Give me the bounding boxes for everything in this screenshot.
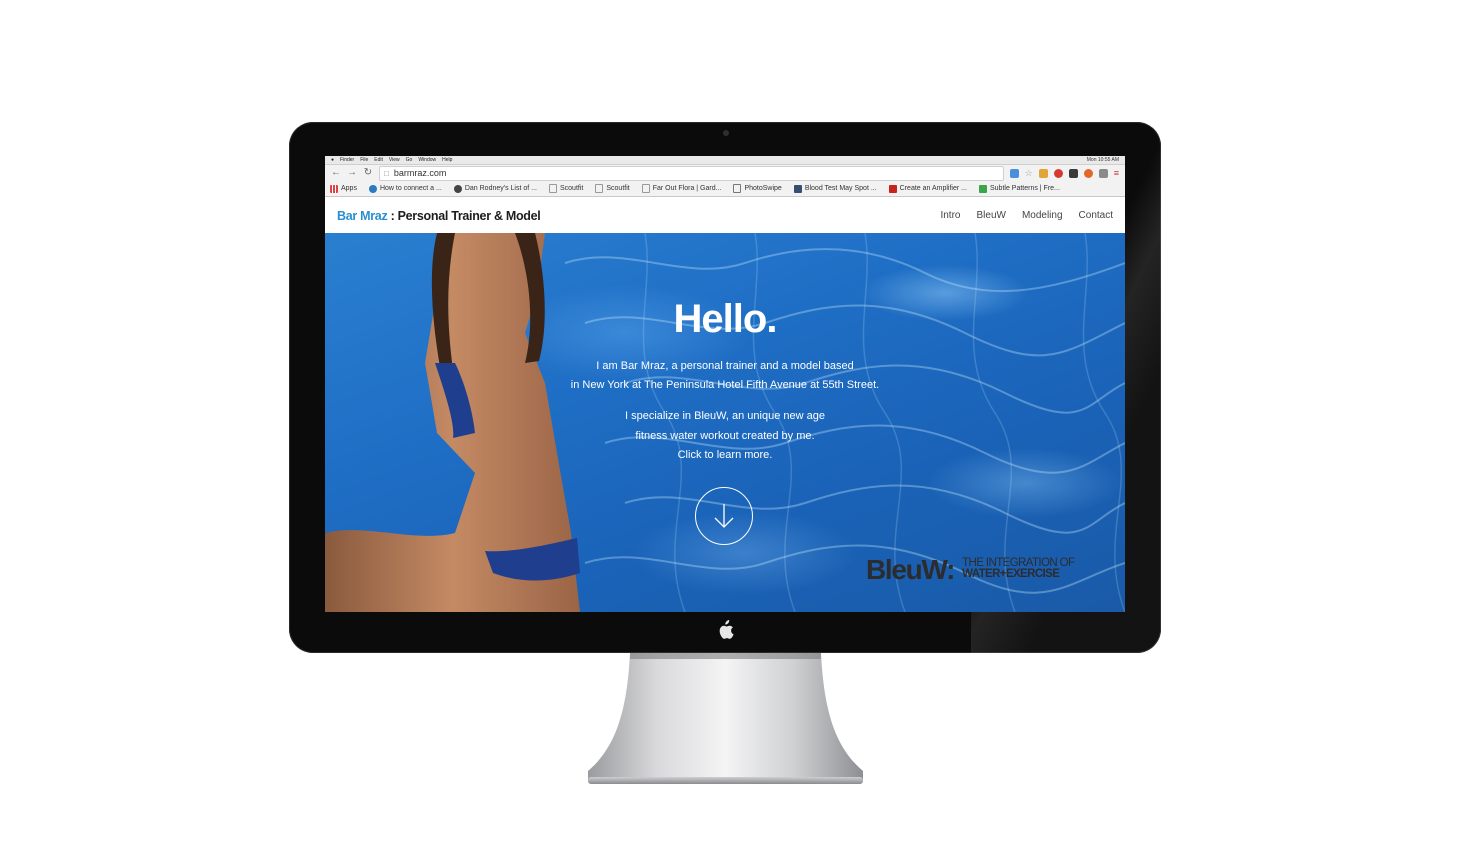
menu-window[interactable]: Window: [418, 157, 436, 163]
bleuw-wordmark: BleuW:: [866, 554, 955, 585]
wordpress-icon: [368, 184, 377, 193]
bookmark-item[interactable]: How to connect a ...: [368, 184, 442, 193]
brand-suffix: : Personal Trainer & Model: [387, 208, 541, 223]
address-bar[interactable]: □ barmraz.com: [379, 165, 1004, 181]
specialize-line: fitness water workout created by me.: [635, 429, 815, 442]
back-arrow-icon[interactable]: ←: [331, 165, 341, 181]
chrome-menu-icon[interactable]: ≡: [1114, 168, 1119, 178]
menu-finder[interactable]: Finder: [340, 157, 354, 163]
extension-icon[interactable]: [1009, 168, 1019, 178]
extension-icons: ☆ ≡: [1009, 168, 1119, 179]
red-square-icon: [888, 184, 897, 193]
menubar-clock[interactable]: Mon 10:55 AM: [1087, 157, 1125, 163]
scroll-down-button[interactable]: [695, 487, 753, 545]
bookmark-item[interactable]: Scoutfit: [595, 184, 630, 193]
site-brand[interactable]: Bar Mraz : Personal Trainer & Model: [337, 208, 541, 223]
menu-go[interactable]: Go: [406, 157, 413, 163]
md-icon: [793, 184, 802, 193]
page-icon: [641, 184, 650, 193]
intro-line: in New York at The Peninsula Hotel Fifth…: [570, 379, 880, 391]
bookmark-item[interactable]: Apps: [330, 184, 357, 193]
bookmark-item[interactable]: PhotoSwipe: [733, 184, 782, 193]
nav-modeling[interactable]: Modeling: [1022, 210, 1063, 221]
menu-file[interactable]: File: [360, 157, 368, 163]
intro-line: I am Bar Mraz, a personal trainer and a …: [596, 360, 854, 372]
bookmark-star-icon[interactable]: ☆: [1025, 168, 1033, 179]
bookmark-item[interactable]: Scoutfit: [549, 184, 583, 193]
menu-edit[interactable]: Edit: [374, 157, 383, 163]
learn-more-link[interactable]: Click to learn more.: [525, 446, 925, 466]
site-header: Bar Mraz : Personal Trainer & Model Intr…: [325, 197, 1125, 235]
nav-bleuw[interactable]: BleuW: [976, 210, 1005, 221]
extension-icon[interactable]: [1053, 168, 1063, 178]
bookmark-item[interactable]: Far Out Flora | Gard...: [641, 184, 721, 193]
hero-specialize: I specialize in BleuW, an unique new age…: [525, 407, 925, 466]
apple-menu-icon[interactable]: ●: [331, 157, 334, 163]
brand-name: Bar Mraz: [337, 208, 388, 223]
page-icon: [549, 184, 557, 193]
bookmark-item[interactable]: Dan Rodney's List of ...: [453, 184, 537, 193]
sp-icon: [978, 184, 987, 193]
hero-intro: I am Bar Mraz, a personal trainer and a …: [525, 357, 925, 395]
hero-heading: Hello.: [673, 297, 778, 341]
url-text[interactable]: barmraz.com: [394, 168, 447, 178]
nav-contact[interactable]: Contact: [1079, 210, 1113, 221]
page-icon: □: [384, 168, 389, 178]
extension-icon[interactable]: [1098, 168, 1108, 178]
forward-arrow-icon[interactable]: →: [347, 165, 357, 181]
ps-icon: [733, 184, 742, 193]
bookmarks-bar: Apps How to connect a ... Dan Rodney's L…: [325, 181, 1125, 197]
reload-icon[interactable]: ↻: [363, 165, 373, 181]
extension-icon[interactable]: [1038, 168, 1048, 178]
dr-icon: [453, 184, 462, 193]
extension-icon[interactable]: [1083, 168, 1093, 178]
menu-view[interactable]: View: [389, 157, 400, 163]
bookmark-item[interactable]: Blood Test May Spot ...: [793, 184, 877, 193]
apps-grid-icon: [330, 184, 338, 193]
bookmark-item[interactable]: Create an Amplifier ...: [888, 184, 967, 193]
os-menubar: ● Finder File Edit View Go Window Help M…: [325, 156, 1125, 165]
nav-intro[interactable]: Intro: [940, 210, 960, 221]
bookmark-item[interactable]: Subtle Patterns | Fre...: [978, 184, 1060, 193]
bleuw-logo: BleuW: THE INTEGRATION OF WATER+EXERCISE: [866, 554, 1075, 585]
bleuw-tagline: THE INTEGRATION OF WATER+EXERCISE: [962, 557, 1075, 580]
page-icon: [595, 184, 604, 193]
camera-icon: [723, 130, 729, 136]
apple-logo-icon: [719, 620, 734, 639]
menu-help[interactable]: Help: [442, 157, 452, 163]
screen: ● Finder File Edit View Go Window Help M…: [325, 156, 1125, 612]
specialize-line: I specialize in BleuW, an unique new age: [625, 410, 825, 422]
arrow-down-icon: [714, 504, 734, 528]
hero-section: Hello. I am Bar Mraz, a personal trainer…: [325, 233, 1125, 612]
browser-toolbar: ← → ↻ □ barmraz.com ☆ ≡: [325, 165, 1125, 181]
site-nav-links: Intro BleuW Modeling Contact: [940, 210, 1113, 221]
monitor-stand: [588, 653, 863, 784]
extension-icon[interactable]: [1068, 168, 1078, 178]
